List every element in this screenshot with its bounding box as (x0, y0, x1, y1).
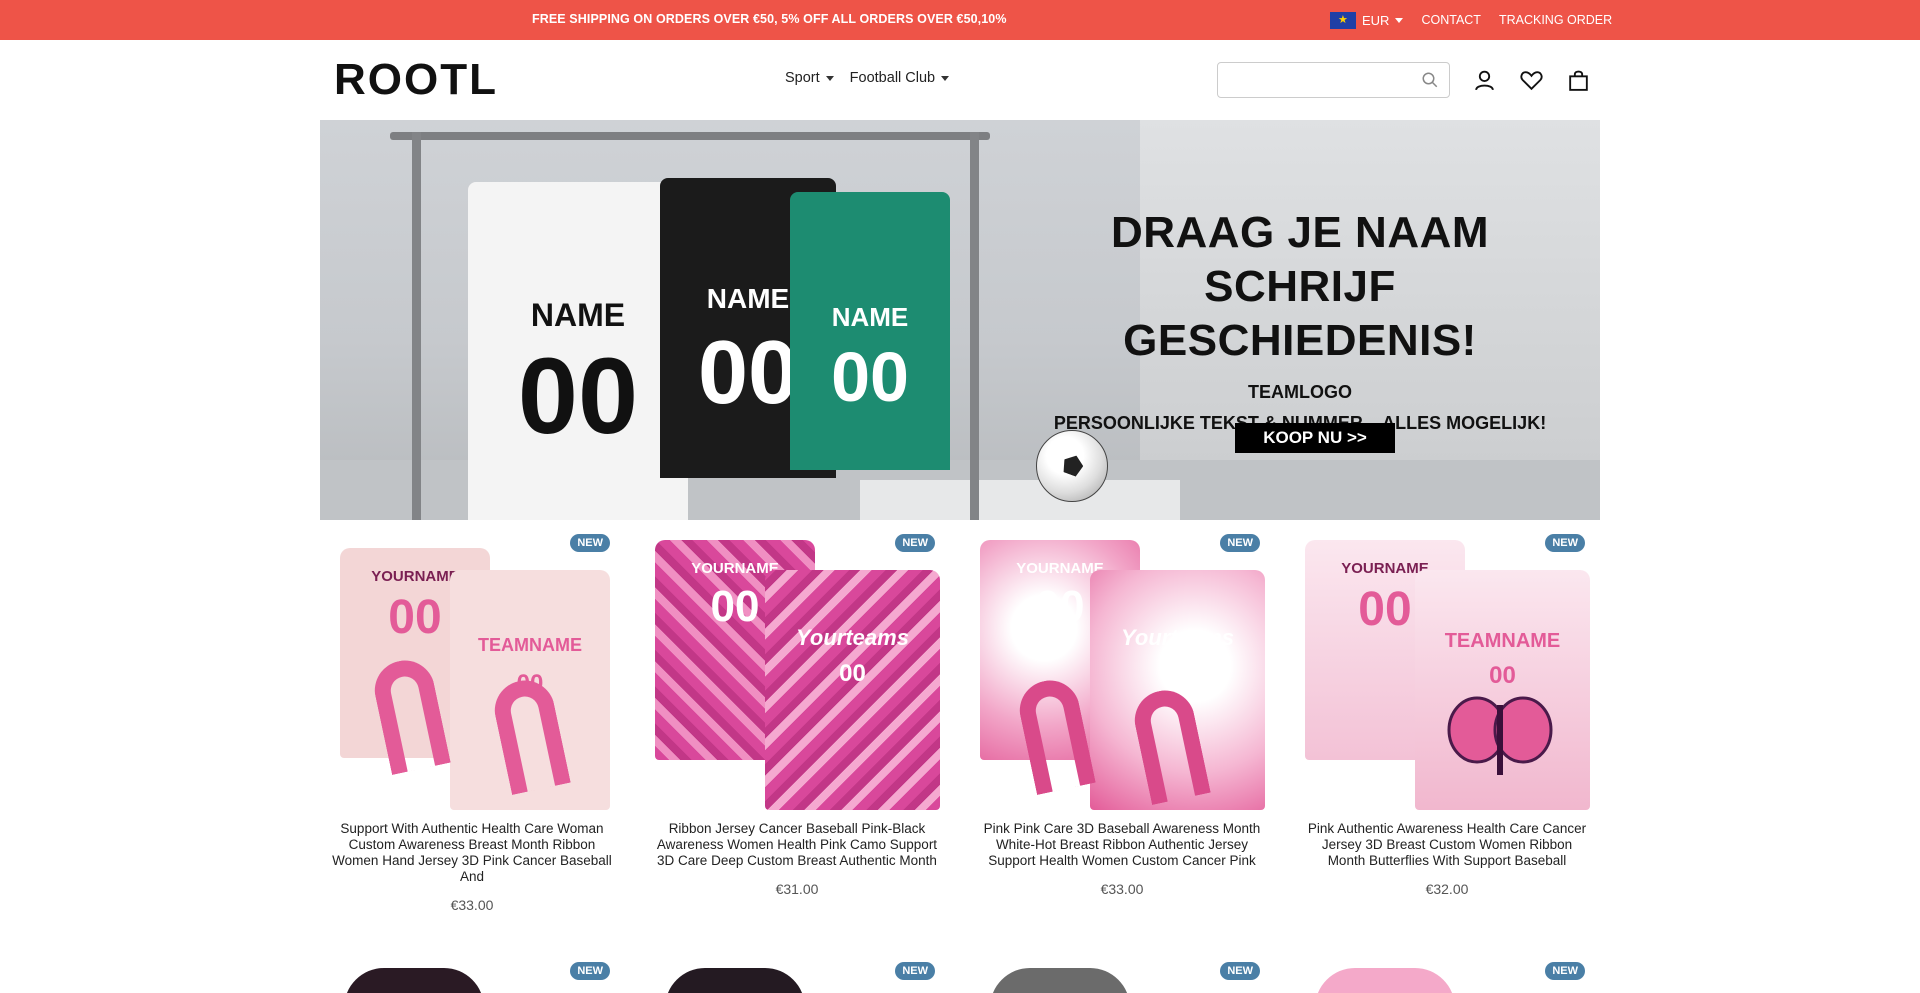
chevron-down-icon (1395, 17, 1404, 23)
currency-selector[interactable]: EUR (1330, 11, 1404, 29)
product-price: €31.00 (775, 881, 819, 897)
new-badge: NEW (1220, 534, 1260, 552)
shirt-text: TEAMNAME (478, 635, 582, 655)
hero-headline-line1: DRAAG JE NAAM (1110, 208, 1490, 257)
wishlist-heart-icon[interactable] (1519, 68, 1544, 93)
nav-item-label: Football Club (849, 70, 936, 86)
tracking-order-link[interactable]: TRACKING ORDER (1499, 13, 1612, 27)
search-box (1217, 62, 1450, 98)
shirt-text: TEAMNAME (1444, 630, 1561, 652)
search-input[interactable] (1218, 63, 1408, 97)
product-card[interactable]: NEW (1295, 960, 1595, 993)
green-jersey-image: NAME 00 (790, 192, 950, 470)
promo-text: FREE SHIPPING ON ORDERS OVER €50, 5% OFF… (532, 12, 1007, 26)
product-title[interactable]: Support With Authentic Health Care Woman… (330, 821, 614, 885)
product-image[interactable] (990, 968, 1130, 993)
jersey-back-image: Yourteams 00 (765, 570, 940, 810)
header-icons (1472, 68, 1591, 93)
topbar-links: EUR CONTACT TRACKING ORDER (1330, 0, 1612, 40)
nav-item-football-club[interactable]: Football Club (849, 70, 950, 86)
shopping-bag-icon[interactable] (1566, 68, 1591, 93)
product-price: €32.00 (1425, 881, 1469, 897)
hero-text-block: DRAAG JE NAAM SCHRIJF GESCHIEDENIS! TEAM… (1030, 206, 1570, 434)
shop-now-button[interactable]: KOOP NU >> (1235, 423, 1395, 453)
shirt-text: 00 (1489, 662, 1516, 689)
clothing-rack (390, 132, 990, 140)
main-nav: Sport Football Club (785, 70, 950, 86)
new-badge: NEW (570, 962, 610, 980)
site-header: ROOTL Sport Football Club (0, 40, 1920, 120)
white-jersey-image: NAME 00 (468, 182, 688, 520)
shirt-text: 00 (839, 660, 866, 687)
jersey-name: NAME (831, 302, 909, 332)
new-badge: NEW (1545, 534, 1585, 552)
shirt-text: Yourteams (796, 625, 909, 650)
new-badge: NEW (570, 534, 610, 552)
nav-item-label: Sport (785, 70, 820, 86)
rack-pole (970, 132, 979, 520)
shirt-text: 00 (1164, 660, 1191, 687)
shirt-text: Yourteams (1121, 625, 1234, 650)
site-logo[interactable]: ROOTL (334, 58, 498, 102)
product-title[interactable]: Pink Authentic Awareness Health Care Can… (1305, 821, 1589, 869)
new-badge: NEW (895, 962, 935, 980)
product-card[interactable]: NEW (970, 960, 1270, 993)
hero-subheading-teamlogo: TEAMLOGO (1248, 382, 1352, 402)
account-icon[interactable] (1472, 68, 1497, 93)
product-image[interactable]: YOURNAME 00 TEAMNAME 00 (330, 530, 614, 814)
product-title[interactable]: Pink Pink Care 3D Baseball Awareness Mon… (980, 821, 1264, 869)
product-image[interactable]: YOURNAME 00 Yourteams 00 (655, 530, 940, 814)
chevron-down-icon (825, 75, 834, 81)
search-icon[interactable] (1421, 71, 1439, 89)
hero-banner[interactable]: NAME 00 NAME 00 NAME 00 DRAAG JE NAAM SC… (320, 120, 1600, 520)
product-image[interactable] (665, 968, 805, 993)
product-title[interactable]: Ribbon Jersey Cancer Baseball Pink-Black… (655, 821, 939, 869)
product-card[interactable]: NEW (320, 960, 620, 993)
product-image[interactable]: YOURNAME 00 Yourteams 00 (980, 530, 1265, 814)
announcement-bar: FREE SHIPPING ON ORDERS OVER €50, 5% OFF… (0, 0, 1920, 40)
eu-flag-icon (1330, 11, 1356, 29)
hero-plinth (860, 480, 1180, 520)
product-price: €33.00 (450, 897, 494, 913)
butterfly-icon (1447, 696, 1553, 775)
soccer-ball-image (1036, 430, 1108, 502)
currency-label: EUR (1362, 12, 1390, 28)
jersey-number: 00 (517, 335, 639, 456)
jersey-number: 00 (831, 338, 909, 416)
hero-headline-line2: SCHRIJF GESCHIEDENIS! (1123, 262, 1477, 365)
product-card[interactable]: NEW (645, 960, 945, 993)
new-badge: NEW (895, 534, 935, 552)
product-image[interactable]: YOURNAME 00 TEAMNAME 00 (1305, 530, 1590, 814)
chevron-down-icon (941, 75, 950, 81)
contact-link[interactable]: CONTACT (1421, 13, 1481, 27)
rack-pole (412, 132, 421, 520)
new-badge: NEW (1545, 962, 1585, 980)
product-image[interactable] (1315, 968, 1455, 993)
product-image[interactable] (344, 968, 484, 993)
new-badge: NEW (1220, 962, 1260, 980)
nav-item-sport[interactable]: Sport (785, 70, 834, 86)
product-price: €33.00 (1100, 881, 1144, 897)
jersey-name: NAME (530, 297, 626, 333)
